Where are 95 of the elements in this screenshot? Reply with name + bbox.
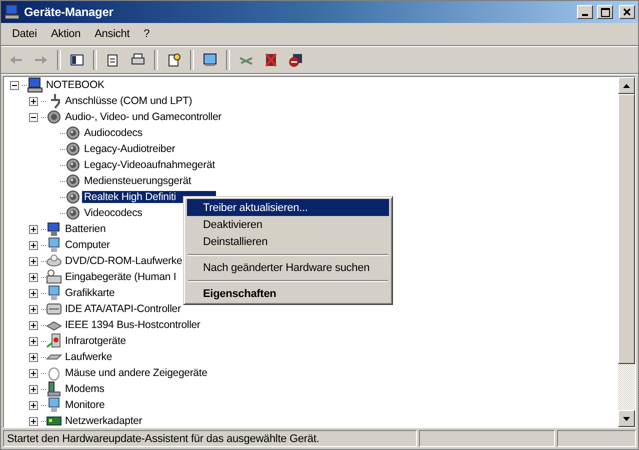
tree-item[interactable]: Anschlüsse (COM und LPT) [63,95,194,107]
collapse-toggle[interactable] [10,80,19,90]
tree-item[interactable]: Computer [63,239,112,251]
tree-item[interactable]: NOTEBOOK [44,79,106,91]
close-button[interactable] [619,5,635,19]
up-arrow-icon [623,84,630,88]
context-menu-item[interactable]: Deinstallieren [187,233,389,250]
tree-item[interactable]: Mediensteuerungsgerät [82,175,194,187]
menu-item[interactable]: Ansicht [88,26,137,42]
tree-pane-icon [69,52,85,68]
expand-toggle[interactable] [29,352,38,362]
tree-item[interactable]: IDE ATA/ATAPI-Controller [63,303,183,315]
expand-toggle[interactable] [29,368,38,378]
tree-item[interactable]: Audiocodecs [82,127,144,139]
expand-toggle[interactable] [29,288,38,298]
speaker-icon [65,189,81,205]
scan-computer-icon [202,52,218,68]
expand-toggle[interactable] [29,240,38,250]
scroll-down-button[interactable] [618,410,635,427]
tree-item[interactable]: Legacy-Videoaufnahmegerät [82,159,217,171]
maximize-button[interactable] [597,5,613,19]
plus-icon [30,274,37,280]
modem-icon [46,381,62,397]
expand-toggle[interactable] [29,336,38,346]
menu-item[interactable]: ? [136,26,157,42]
plus-icon [30,370,37,376]
context-menu-item[interactable]: Eigenschaften [187,285,389,302]
plus-icon [30,258,37,264]
tree-item[interactable]: Modems [63,383,106,395]
disable-device-icon [288,52,304,68]
menu-item[interactable]: Aktion [44,26,88,42]
tree-item[interactable]: Netzwerkadapter [63,415,144,427]
help-icon [166,52,182,68]
expand-toggle[interactable] [29,400,38,410]
plus-icon [30,98,37,104]
tree-item[interactable]: DVD/CD-ROM-Laufwerke [63,255,184,267]
plus-icon [30,226,37,232]
expand-toggle[interactable] [29,384,38,394]
speaker-icon [65,125,81,141]
monitor-icon [46,237,62,253]
context-menu-item[interactable]: Deaktivieren [187,216,389,233]
speaker-icon [65,157,81,173]
expand-toggle[interactable] [29,304,38,314]
tree-item[interactable]: Audio-, Video- und Gamecontroller [63,111,224,123]
tree-item[interactable]: Mäuse und andere Zeigegeräte [63,367,210,379]
tree-item[interactable]: Laufwerke [63,351,114,363]
tree-item[interactable]: Grafikkarte [63,287,117,299]
maximize-icon [600,8,610,16]
plus-icon [30,402,37,408]
tree-item[interactable]: Legacy-Audiotreiber [82,143,178,155]
tree-item[interactable]: Videocodecs [82,207,144,219]
plus-icon [30,306,37,312]
speaker-icon [65,173,81,189]
tree-item[interactable]: Monitore [63,399,107,411]
collapse-toggle[interactable] [29,112,38,122]
infrared-icon [46,333,62,349]
speaker-icon [65,205,81,221]
expand-toggle[interactable] [29,320,38,330]
monitor-icon [46,285,62,301]
scroll-up-button[interactable] [618,77,635,94]
computer-icon [27,77,43,93]
expand-toggle[interactable] [29,256,38,266]
scroll-thumb[interactable] [618,94,635,364]
speaker-icon [65,141,81,157]
context-menu-item[interactable]: Treiber aktualisieren... [187,199,389,216]
menu-item[interactable]: Datei [5,26,44,42]
tree-item[interactable]: Eingabegeräte (Human I [63,271,178,283]
uninstall-icon [263,52,279,68]
plus-icon [30,338,37,344]
expand-toggle[interactable] [29,96,38,106]
tree-item[interactable]: Infrarotgeräte [63,335,128,347]
plus-icon [30,242,37,248]
window-title: Geräte-Manager [24,5,114,19]
plus-icon [30,386,37,392]
down-arrow-icon [623,416,630,420]
tree-item[interactable]: Batterien [63,223,108,235]
tree-item[interactable]: IEEE 1394 Bus-Hostcontroller [63,319,202,331]
status-text: Startet den Hardwareupdate-Assistent für das ausgewählte Gerät. [3,430,417,447]
keyboard-icon [46,269,62,285]
minimize-button[interactable] [577,5,593,19]
computer-icon [4,4,20,20]
context-menu-item[interactable]: Nach geänderter Hardware suchen [187,259,389,276]
expand-toggle[interactable] [29,272,38,282]
monitor-icon [46,397,62,413]
close-icon [623,8,631,16]
plus-icon [30,354,37,360]
mouse-icon [46,365,62,381]
plus-icon [30,290,37,296]
plus-icon [30,322,37,328]
expand-toggle[interactable] [29,416,38,426]
scrollbar[interactable] [618,77,635,427]
expand-toggle[interactable] [29,224,38,234]
plus-icon [30,418,37,424]
speaker-icon [46,109,62,125]
controller-icon [46,301,62,317]
